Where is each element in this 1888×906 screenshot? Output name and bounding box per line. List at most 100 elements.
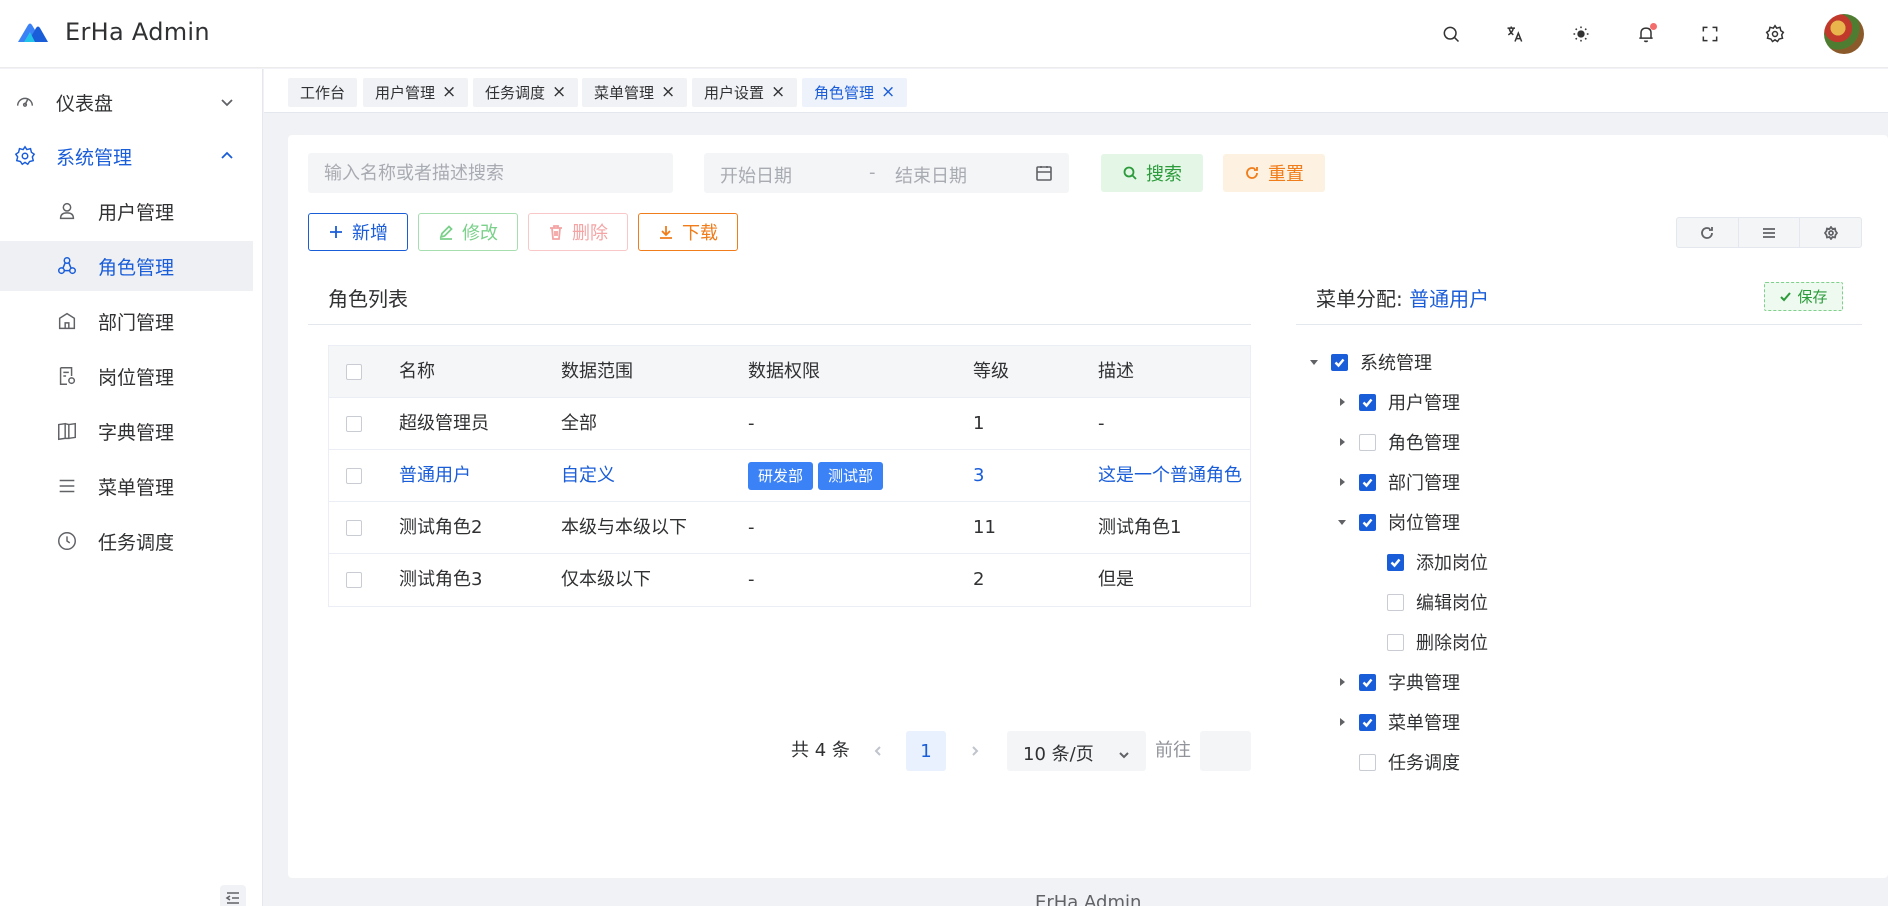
sidebar-item-tasks[interactable]: 任务调度 [0,516,253,566]
search-button-label: 搜索 [1146,164,1182,185]
theme-sun-icon[interactable] [1561,14,1601,54]
sidebar-collapse-button[interactable] [220,885,246,906]
table-row[interactable]: 测试角色2 本级与本级以下 - 11 测试角色1 [329,502,1250,554]
table-row[interactable]: 测试角色3 仅本级以下 - 2 但是 [329,554,1250,606]
close-icon[interactable]: × [552,84,566,101]
refresh-table-button[interactable] [1677,218,1739,247]
sidebar-item-label: 部门管理 [98,311,175,334]
close-icon[interactable]: × [771,84,785,101]
data-scope: 自定义 [561,465,615,486]
tabs-bar: 工作台 用户管理 × 任务调度 × 菜单管理 × 用户设置 × 角色管理 × [264,69,1888,113]
tab-task-scheduling[interactable]: 任务调度 × [473,78,579,107]
caret-right-icon[interactable] [1336,396,1348,408]
tree-checkbox[interactable] [1359,433,1376,451]
tree-node[interactable]: 字典管理 [1336,667,1460,697]
tree-node[interactable]: 任务调度 [1336,747,1460,777]
tree-checkbox[interactable] [1359,673,1376,691]
row-checkbox[interactable] [346,520,362,536]
tree-node[interactable]: 系统管理 [1308,347,1432,377]
column-density-button[interactable] [1739,218,1801,247]
search-icon[interactable] [1431,14,1471,54]
tree-node[interactable]: 角色管理 [1336,427,1460,457]
department-icon [56,310,78,332]
tree-node[interactable]: 菜单管理 [1336,707,1460,737]
table-header-row: 名称 数据范围 数据权限 等级 描述 [329,346,1250,398]
refresh-icon [1246,167,1258,179]
select-all-checkbox[interactable] [346,364,362,380]
tree-checkbox[interactable] [1387,633,1404,651]
search-button[interactable]: 搜索 [1101,154,1203,192]
caret-down-icon[interactable] [1336,516,1348,528]
tree-checkbox[interactable] [1331,353,1348,371]
tree-checkbox[interactable] [1387,593,1404,611]
caret-right-icon[interactable] [1336,716,1348,728]
sidebar-item-users[interactable]: 用户管理 [0,186,253,236]
tree-checkbox[interactable] [1359,713,1376,731]
caret-down-icon[interactable] [1308,356,1320,368]
caret-right-icon[interactable] [1336,436,1348,448]
search-input[interactable] [308,153,673,193]
translate-icon[interactable] [1495,14,1535,54]
avatar[interactable] [1824,14,1864,54]
row-checkbox[interactable] [346,468,362,484]
add-button[interactable]: 新增 [308,213,408,251]
goto-label: 前往 [1155,740,1191,761]
page-size-select[interactable]: 10 条/页 [1007,731,1146,771]
date-range-picker[interactable]: 开始日期 - 结束日期 [704,153,1069,193]
prev-page-button[interactable] [863,731,893,771]
menu-assign-title: 菜单分配: 普通用户 [1316,283,1489,312]
close-icon[interactable]: × [661,84,675,101]
sidebar-item-dashboard[interactable]: 仪表盘 [0,77,253,127]
sidebar-item-menus[interactable]: 菜单管理 [0,461,253,511]
close-icon[interactable]: × [442,84,456,101]
tree-checkbox[interactable] [1359,473,1376,491]
goto-page-input[interactable] [1200,731,1251,771]
tree-node[interactable]: 用户管理 [1336,387,1460,417]
tree-checkbox[interactable] [1359,513,1376,531]
tree-node[interactable]: 编辑岗位 [1364,587,1488,617]
edit-button[interactable]: 修改 [418,213,518,251]
caret-right-icon[interactable] [1336,476,1348,488]
close-icon[interactable]: × [881,84,895,101]
sidebar-item-posts[interactable]: 岗位管理 [0,351,253,401]
tab-user-settings[interactable]: 用户设置 × [692,78,798,107]
caret-right-icon[interactable] [1336,676,1348,688]
table-row[interactable]: 普通用户 自定义 研发部 测试部 3 这是一个普通角色 [329,450,1250,502]
delete-button[interactable]: 删除 [528,213,628,251]
date-end-placeholder: 结束日期 [895,166,967,187]
app-logo [18,23,48,42]
next-page-button[interactable] [960,731,990,771]
tree-node[interactable]: 部门管理 [1336,467,1460,497]
sidebar-item-dictionary[interactable]: 字典管理 [0,406,253,456]
page-number-current[interactable]: 1 [906,731,946,771]
tree-checkbox[interactable] [1359,753,1376,771]
tree-checkbox[interactable] [1387,553,1404,571]
table-row[interactable]: 超级管理员 全部 - 1 - [329,398,1250,450]
tree-node[interactable]: 岗位管理 [1336,507,1460,537]
settings-icon[interactable] [1755,14,1795,54]
column-settings-button[interactable] [1800,218,1861,247]
reset-button[interactable]: 重置 [1223,154,1325,192]
row-checkbox[interactable] [346,416,362,432]
data-scope: 全部 [561,413,597,434]
tree-checkbox[interactable] [1359,393,1376,411]
tree-node[interactable]: 添加岗位 [1364,547,1488,577]
department-tag: 研发部 [748,462,814,490]
tab-role-management[interactable]: 角色管理 × [802,78,908,107]
sidebar-item-departments[interactable]: 部门管理 [0,296,253,346]
tab-menu-management[interactable]: 菜单管理 × [582,78,688,107]
tree-node-label: 系统管理 [1360,353,1432,374]
sidebar-item-roles[interactable]: 角色管理 [0,241,253,291]
bell-icon[interactable] [1626,14,1666,54]
sidebar-item-system[interactable]: 系统管理 [0,131,253,181]
download-button[interactable]: 下载 [638,213,738,251]
save-button-label: 保存 [1797,288,1828,306]
data-permission: - [748,517,755,538]
tab-workbench[interactable]: 工作台 [288,78,358,107]
tab-user-management[interactable]: 用户管理 × [363,78,469,107]
fullscreen-icon[interactable] [1690,14,1730,54]
role-level: 11 [973,517,996,538]
save-button[interactable]: 保存 [1764,282,1843,311]
row-checkbox[interactable] [346,572,362,588]
tree-node[interactable]: 删除岗位 [1364,627,1488,657]
